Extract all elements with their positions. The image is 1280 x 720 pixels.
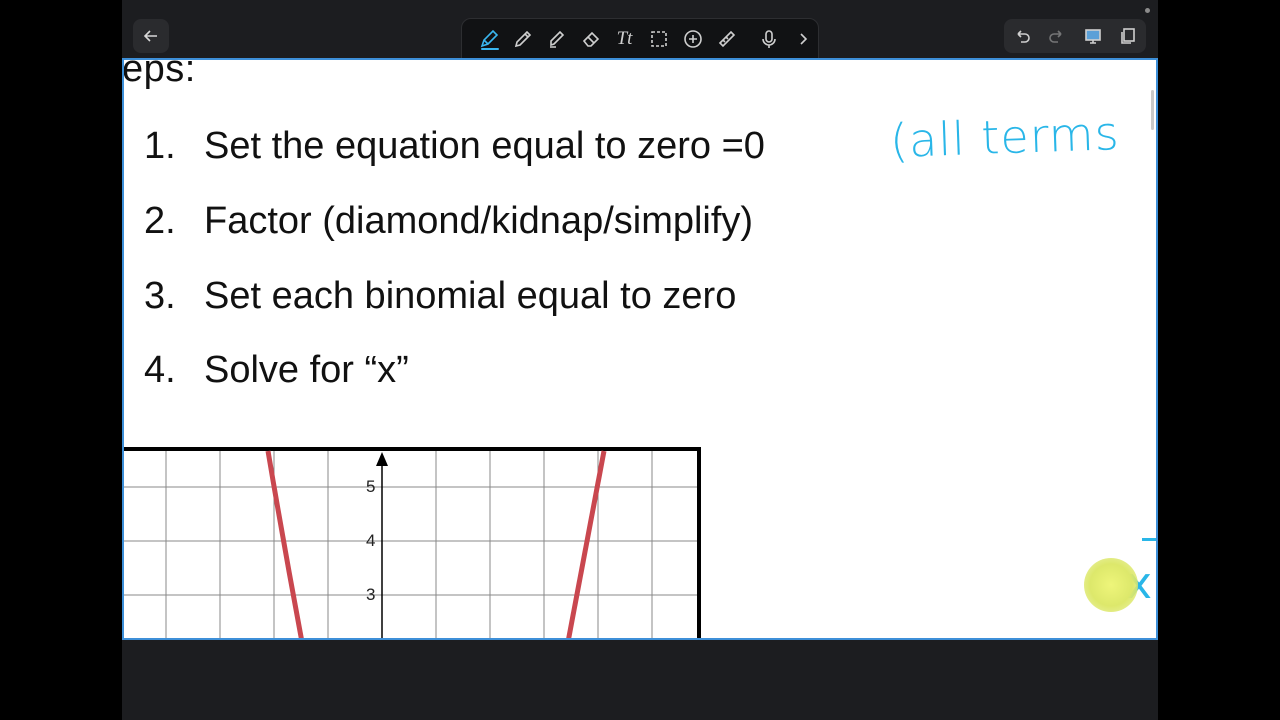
step-text: Set each binomial equal to zero [204,275,737,317]
step-number: 3. [144,275,176,317]
y-tick-label: 5 [366,477,375,496]
bottom-area [122,640,1158,720]
parabola-left-branch [265,450,304,638]
add-icon[interactable] [680,27,705,52]
present-icon[interactable] [1084,27,1102,45]
pencil-icon[interactable] [510,27,535,52]
step-number: 2. [144,200,176,242]
redo-icon[interactable] [1048,27,1066,45]
pages-icon[interactable] [1119,27,1137,45]
back-button[interactable] [133,19,169,53]
undo-icon[interactable] [1013,27,1031,45]
step-number: 1. [144,125,176,167]
y-tick-label: 3 [366,585,375,604]
ruler-icon[interactable] [714,27,739,52]
y-axis-arrow [376,452,388,466]
y-tick-label: 4 [366,531,375,550]
chevron-right-icon[interactable] [790,27,815,52]
microphone-icon[interactable] [756,27,781,52]
step-number: 4. [144,349,176,391]
step-text: Solve for “x” [204,349,409,391]
right-toolbar [1004,19,1146,53]
text-tool-label: Tt [616,28,633,49]
lasso-select-icon[interactable] [646,27,671,52]
vertical-scrollbar[interactable] [1151,90,1154,130]
step-text: Factor (diamond/kidnap/simplify) [204,200,754,242]
active-tool-indicator [481,48,499,50]
eraser-icon[interactable] [578,27,603,52]
handwritten-note: (all terms [889,106,1121,168]
arrow-left-icon [143,30,157,42]
note-canvas[interactable]: eps: 1. Set the equation equal to zero =… [122,58,1158,640]
highlighter-icon[interactable] [544,27,569,52]
steps-heading: eps: [122,58,196,90]
parabola-right-branch [566,450,607,638]
status-dot [1145,8,1150,13]
handwritten-dash [1142,538,1156,541]
graph: 5 4 3 [124,447,701,638]
grid [124,451,699,638]
text-icon[interactable]: Tt [612,27,637,52]
laser-pointer [1084,558,1138,612]
step-text: Set the equation equal to zero =0 [204,125,765,167]
